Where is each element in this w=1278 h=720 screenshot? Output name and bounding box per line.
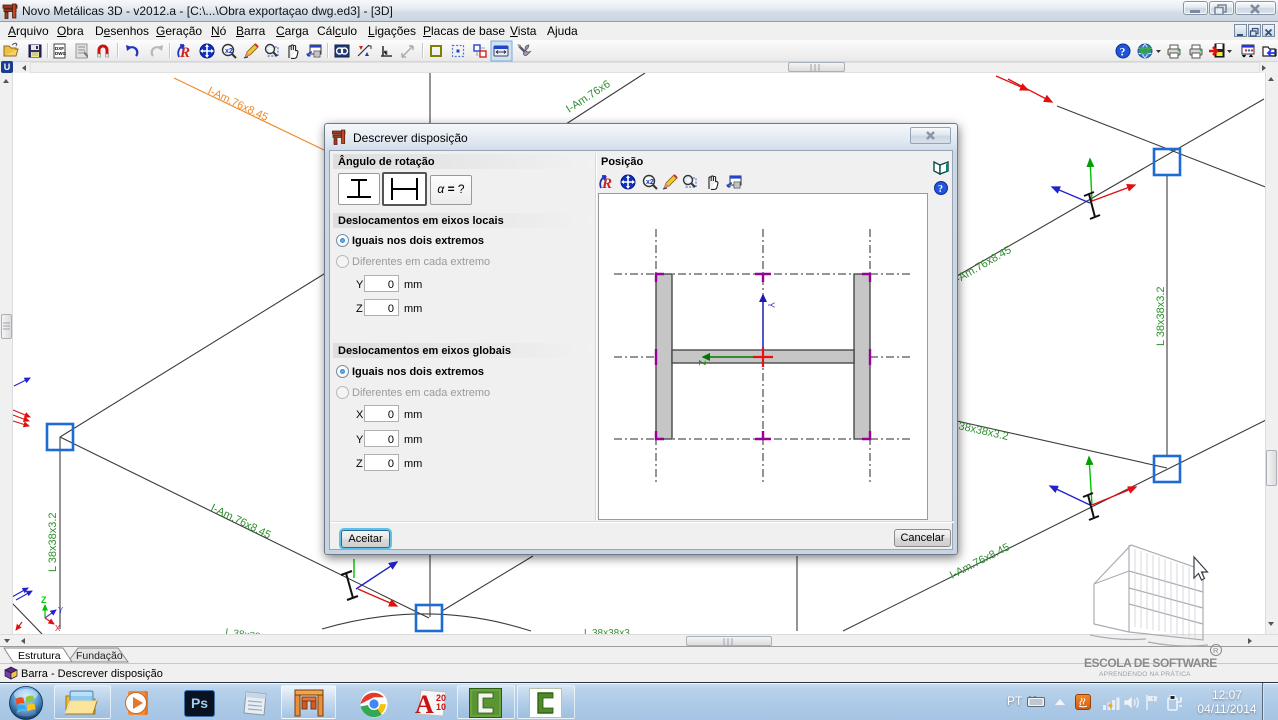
- svg-text:Z: Z: [697, 360, 707, 366]
- svg-text:L 38x38x3.2: L 38x38x3.2: [47, 512, 59, 572]
- svg-text:X: X: [55, 624, 61, 633]
- svg-text:Z: Z: [41, 595, 47, 605]
- svg-text:10: 10: [436, 702, 446, 712]
- svg-text:?: ?: [938, 184, 943, 195]
- svg-text:I-Am.76x8.45: I-Am.76x8.45: [206, 85, 270, 124]
- svg-text:L 38x38x3.2: L 38x38x3.2: [1155, 286, 1167, 346]
- svg-text:L 38x38x3.2: L 38x38x3.2: [225, 627, 281, 634]
- svg-text:I-Am.76x8.45: I-Am.76x8.45: [209, 502, 273, 542]
- svg-text:Y: Y: [58, 606, 64, 615]
- svg-text:-Am.76x8.45: -Am.76x8.45: [954, 244, 1014, 286]
- svg-text:38x38x3.2: 38x38x3.2: [957, 420, 1009, 443]
- svg-text:Y: Y: [766, 302, 776, 308]
- svg-text:A: A: [415, 690, 434, 717]
